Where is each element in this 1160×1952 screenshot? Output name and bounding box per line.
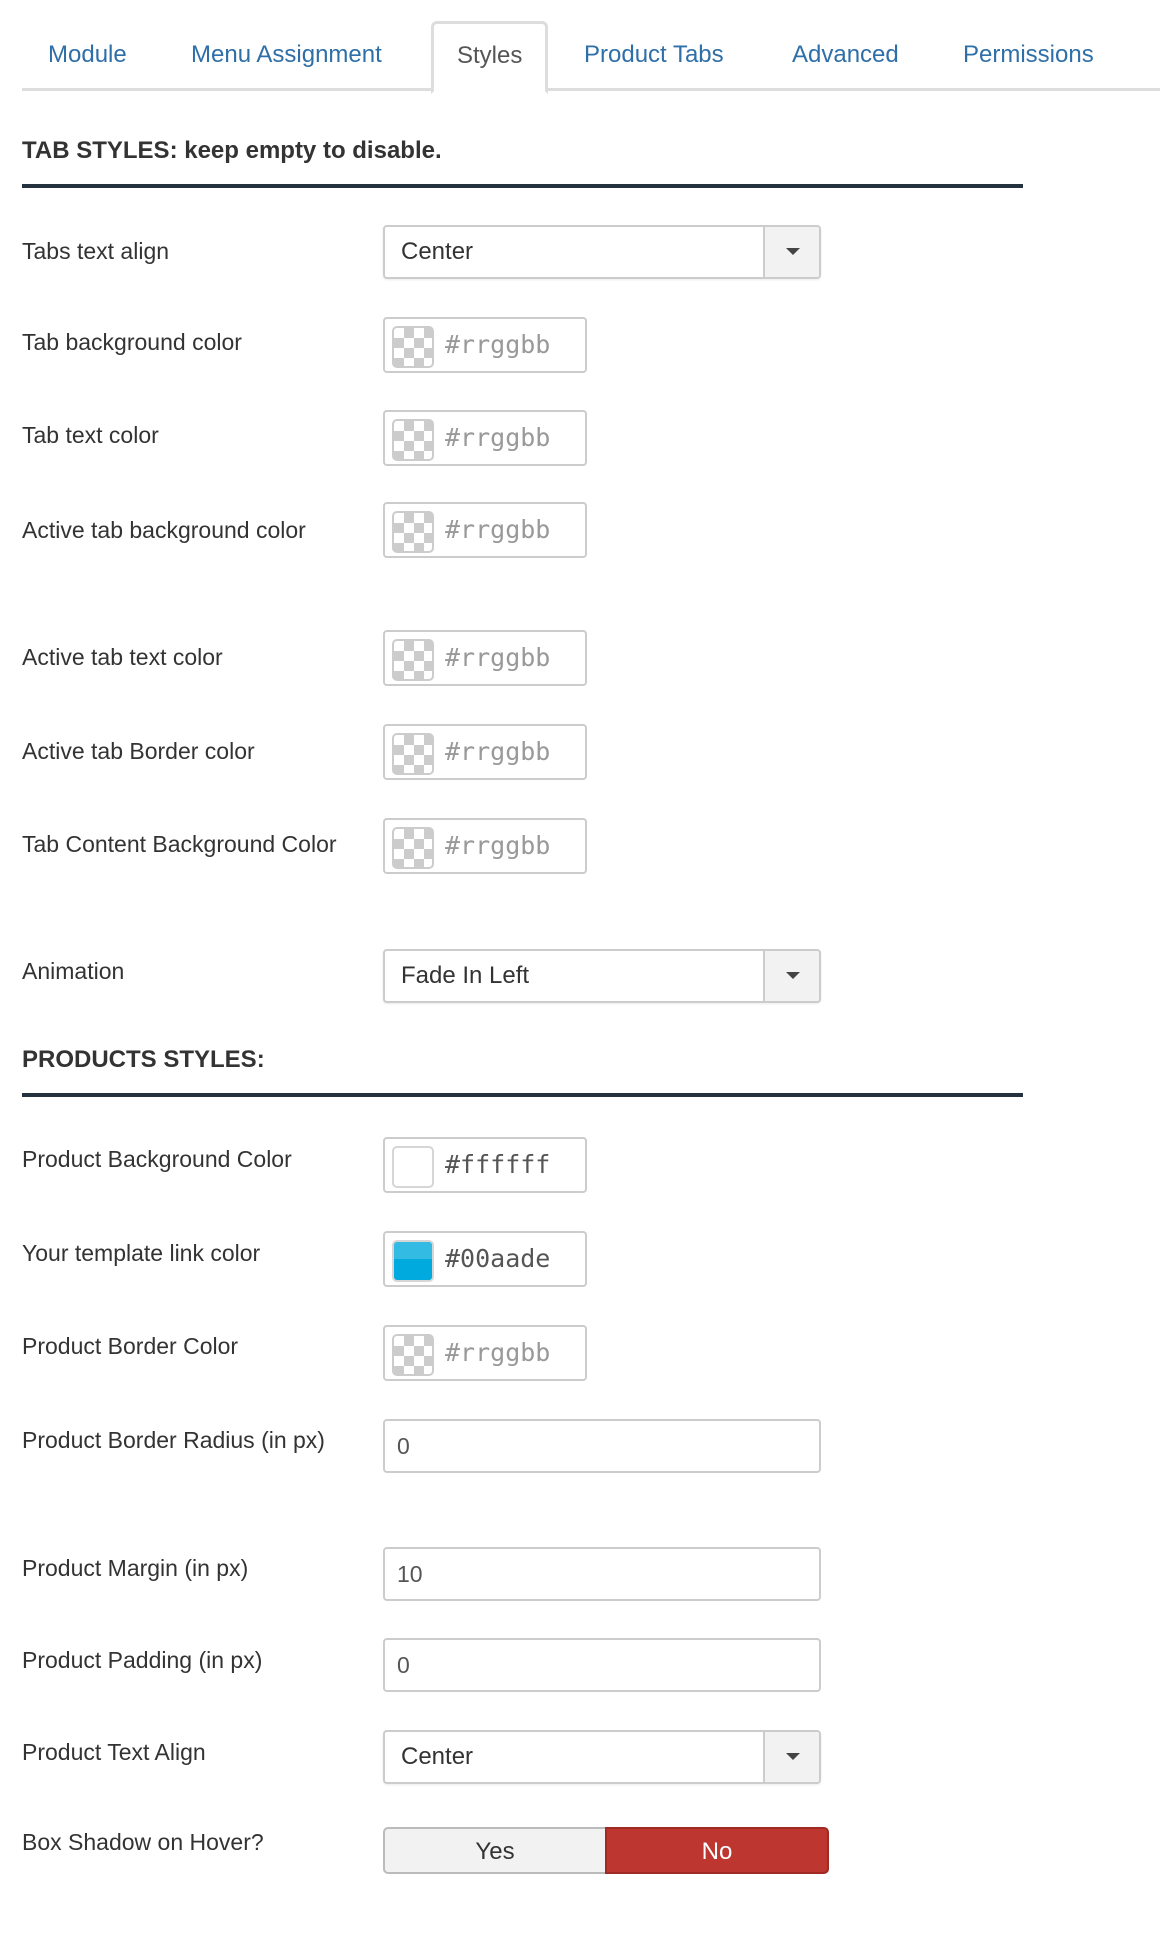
- chevron-down-icon[interactable]: [763, 1732, 819, 1782]
- tab-menu-assignment[interactable]: Menu Assignment: [191, 21, 382, 91]
- active-tab-border-color-placeholder: #rrggbb: [445, 737, 551, 766]
- color-swatch-icon[interactable]: [392, 733, 434, 775]
- product-border-color-label: Product Border Color: [22, 1333, 239, 1359]
- product-border-radius-label: Product Border Radius (in px): [22, 1427, 325, 1453]
- active-tab-background-color-placeholder: #rrggbb: [445, 515, 551, 544]
- tab-content-background-color-input[interactable]: #rrggbb: [383, 818, 587, 874]
- product-padding-input[interactable]: [383, 1638, 821, 1692]
- tab-text-color-label: Tab text color: [22, 422, 159, 448]
- active-tab-border-color-input[interactable]: #rrggbb: [383, 724, 587, 780]
- product-text-align-label: Product Text Align: [22, 1739, 206, 1765]
- tabs-text-align-value: Center: [401, 238, 474, 265]
- color-swatch-icon[interactable]: [392, 639, 434, 681]
- template-link-color-input[interactable]: #00aade: [383, 1231, 587, 1287]
- product-margin-input[interactable]: [383, 1547, 821, 1601]
- template-link-color-value: #00aade: [445, 1244, 551, 1273]
- tab-styles-heading: TAB STYLES: keep empty to disable.: [22, 137, 1023, 188]
- box-shadow-on-hover-label: Box Shadow on Hover?: [22, 1829, 264, 1855]
- product-border-radius-input[interactable]: [383, 1419, 821, 1473]
- color-swatch-icon[interactable]: [392, 1334, 434, 1376]
- active-tab-text-color-placeholder: #rrggbb: [445, 643, 551, 672]
- box-shadow-no-button[interactable]: No: [605, 1827, 829, 1874]
- tab-background-color-placeholder: #rrggbb: [445, 330, 551, 359]
- tab-content-background-color-label: Tab Content Background Color: [22, 831, 337, 857]
- tab-permissions[interactable]: Permissions: [963, 21, 1094, 91]
- active-tab-background-color-label: Active tab background color: [22, 517, 306, 543]
- product-text-align-value: Center: [401, 1743, 474, 1770]
- color-swatch-icon[interactable]: [392, 1146, 434, 1188]
- chevron-down-icon[interactable]: [763, 951, 819, 1001]
- tab-background-color-input[interactable]: #rrggbb: [383, 317, 587, 373]
- product-background-color-value: #ffffff: [445, 1150, 551, 1179]
- color-swatch-icon[interactable]: [392, 827, 434, 869]
- tab-content-background-color-placeholder: #rrggbb: [445, 831, 551, 860]
- active-tab-border-color-label: Active tab Border color: [22, 738, 255, 764]
- product-border-color-input[interactable]: #rrggbb: [383, 1325, 587, 1381]
- product-text-align-select[interactable]: Center: [383, 1730, 821, 1784]
- animation-label: Animation: [22, 958, 125, 984]
- product-padding-label: Product Padding (in px): [22, 1647, 263, 1673]
- animation-value: Fade In Left: [401, 962, 530, 989]
- active-tab-background-color-input[interactable]: #rrggbb: [383, 502, 587, 558]
- product-margin-label: Product Margin (in px): [22, 1555, 249, 1581]
- chevron-down-icon[interactable]: [763, 227, 819, 277]
- tab-advanced[interactable]: Advanced: [792, 21, 899, 91]
- color-swatch-icon[interactable]: [392, 1240, 434, 1282]
- tab-text-color-input[interactable]: #rrggbb: [383, 410, 587, 466]
- product-background-color-label: Product Background Color: [22, 1146, 292, 1172]
- animation-select[interactable]: Fade In Left: [383, 949, 821, 1003]
- tab-background-color-label: Tab background color: [22, 329, 242, 355]
- tabs-text-align-select[interactable]: Center: [383, 225, 821, 279]
- tab-product-tabs[interactable]: Product Tabs: [584, 21, 724, 91]
- active-tab-text-color-input[interactable]: #rrggbb: [383, 630, 587, 686]
- box-shadow-on-hover-toggle: Yes No: [383, 1827, 829, 1874]
- tab-styles[interactable]: Styles: [431, 21, 549, 94]
- products-styles-heading: PRODUCTS STYLES:: [22, 1046, 1023, 1097]
- active-tab-text-color-label: Active tab text color: [22, 644, 223, 670]
- color-swatch-icon[interactable]: [392, 419, 434, 461]
- tab-bar: Module Menu Assignment Styles Product Ta…: [22, 0, 1160, 94]
- tabs-text-align-label: Tabs text align: [22, 238, 170, 264]
- color-swatch-icon[interactable]: [392, 511, 434, 553]
- product-border-color-placeholder: #rrggbb: [445, 1338, 551, 1367]
- box-shadow-yes-button[interactable]: Yes: [383, 1827, 605, 1874]
- tab-module[interactable]: Module: [48, 21, 127, 91]
- template-link-color-label: Your template link color: [22, 1240, 261, 1266]
- product-background-color-input[interactable]: #ffffff: [383, 1137, 587, 1193]
- tab-text-color-placeholder: #rrggbb: [445, 423, 551, 452]
- color-swatch-icon[interactable]: [392, 326, 434, 368]
